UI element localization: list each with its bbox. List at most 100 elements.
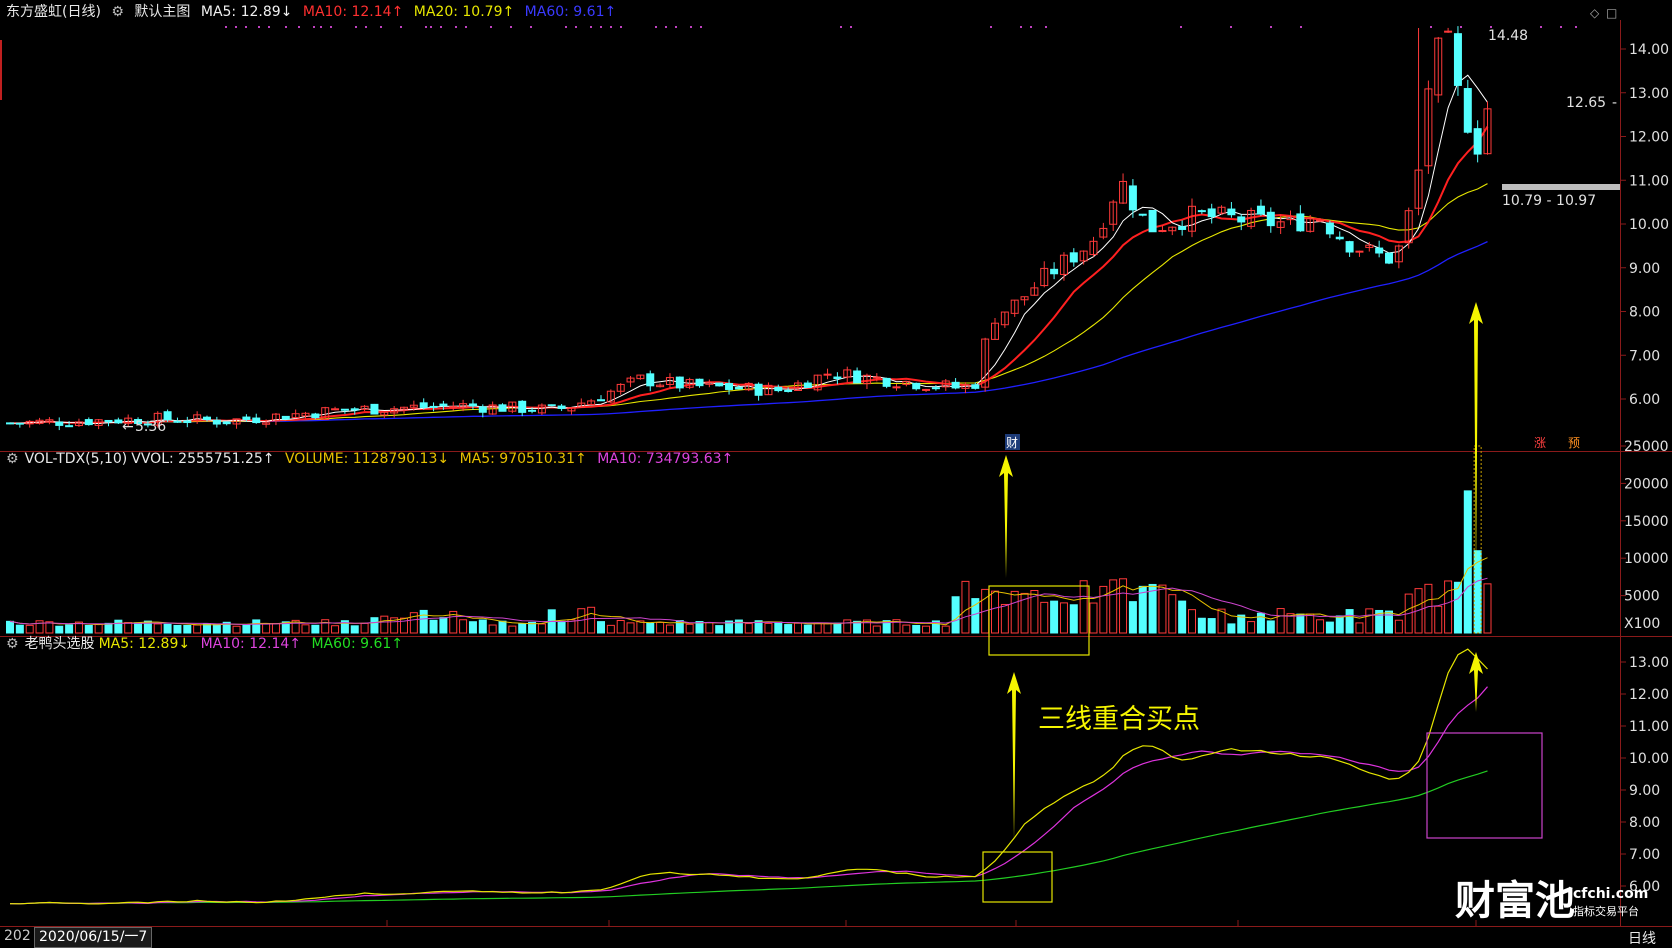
signal-dot (258, 26, 260, 28)
signal-dot (1540, 26, 1542, 28)
candle-body (695, 378, 704, 387)
window-icon[interactable]: □ (1606, 6, 1617, 20)
candle-body (725, 383, 734, 390)
candle-body (971, 384, 980, 389)
volume-bar (114, 619, 123, 634)
signal-dot (330, 26, 332, 28)
volume-bar (1178, 600, 1187, 634)
volume-tick-label: 20000 (1624, 476, 1669, 492)
volume-bar (173, 624, 182, 634)
period-label[interactable]: 日线 (1628, 928, 1656, 948)
signal-dot (425, 26, 427, 28)
volume-bar (429, 619, 438, 634)
candle-body (340, 408, 349, 411)
status-bar: 202 2020/06/15/一7 日线 (0, 927, 1672, 948)
candle-body (498, 404, 507, 412)
candle-body (331, 408, 340, 411)
diamond-icon[interactable]: ◇ (1590, 6, 1600, 20)
volume-bar (15, 624, 24, 634)
indicator-tick-label: 11.00 (1629, 719, 1669, 735)
signal-dot (690, 26, 692, 28)
signal-dot (1575, 26, 1577, 28)
last-price-dash: - (1612, 95, 1617, 111)
date-prefix: 202 (4, 928, 31, 944)
signal-dot (298, 26, 300, 28)
volume-tick-label: 25000 (1624, 439, 1669, 455)
candle-body (1207, 208, 1216, 218)
candle-body (784, 389, 793, 392)
signal-dot (465, 26, 467, 28)
indicator-tick-label: 9.00 (1629, 783, 1660, 799)
signal-dot (490, 26, 492, 28)
volume-gear-icon[interactable]: ⚙ (6, 451, 19, 467)
forecast-marker[interactable]: 预 (1568, 436, 1580, 450)
signal-dot (590, 26, 592, 28)
volume-bar (1325, 621, 1334, 634)
candle-body (1128, 185, 1137, 211)
volume-bar (1473, 550, 1482, 634)
volume-ma5-value: MA5: 970510.31↑ (459, 451, 587, 467)
settings-gear-icon[interactable]: ⚙ (111, 4, 124, 20)
volume-bar (597, 621, 605, 634)
main-chart-name[interactable]: 默认主图 (134, 4, 190, 20)
signal-dot (655, 26, 657, 28)
volume-bar (912, 624, 921, 634)
indicator-ma5-value: MA5: 12.89↓ (98, 636, 191, 652)
candle-body (281, 415, 290, 420)
signal-dot (1045, 26, 1047, 28)
signal-dot (355, 26, 357, 28)
candle-body (65, 425, 74, 428)
watermark-slogan: 指标交易平台 (1573, 904, 1639, 918)
candle-body (350, 408, 359, 411)
candle-body (173, 420, 182, 423)
signal-dot (1230, 26, 1232, 28)
volume-bar (1069, 604, 1078, 634)
volume-bar (1266, 620, 1275, 634)
candle-body (104, 419, 113, 423)
candle-body (439, 403, 448, 407)
volume-bar (803, 624, 812, 634)
cursor-date-label: 2020/06/15/一7 (34, 927, 153, 948)
candle-body (853, 370, 862, 384)
ma60-value: MA60: 9.61↑ (524, 4, 617, 20)
candle-body (1335, 236, 1344, 240)
candle-body (597, 399, 605, 402)
candle-body (931, 387, 940, 390)
limit-up-marker[interactable]: 涨 (1534, 435, 1546, 450)
signal-dot (268, 26, 270, 28)
volume-bar (468, 621, 477, 634)
volume-indicator-name[interactable]: VOL-TDX(5,10) (25, 451, 128, 467)
candle-body (1325, 222, 1334, 235)
price-tick-label: 11.00 (1629, 173, 1669, 189)
signal-dot (530, 26, 532, 28)
candle-body (675, 376, 684, 389)
candle-body (15, 422, 24, 425)
candle-body (478, 406, 487, 413)
indicator-name[interactable]: 老鸭头选股 (25, 636, 95, 652)
candle-body (1227, 208, 1236, 216)
candle-body (892, 386, 901, 389)
indicator-gear-icon[interactable]: ⚙ (6, 636, 19, 652)
volume-bar (478, 619, 487, 634)
signal-dot (440, 26, 442, 28)
price-tick-label: 12.00 (1629, 130, 1669, 146)
candle-body (803, 382, 812, 389)
candle-body (557, 405, 566, 409)
volume-bar (212, 623, 221, 634)
candle-body (468, 403, 477, 407)
candle-body (872, 376, 881, 379)
signal-dot (1180, 26, 1182, 28)
candle-body (1256, 205, 1265, 215)
candle-body (823, 373, 832, 376)
stock-chart[interactable]: 14.00 13.00 12.00 11.00 10.00 9.00 8.00 7.00 6.0… (0, 0, 1672, 947)
ma10-value: MA10: 12.14↑ (302, 4, 404, 20)
signal-dot (620, 26, 622, 28)
stock-name[interactable]: 东方盛虹(日线) (6, 4, 101, 20)
candle-body (1158, 230, 1167, 233)
candle-body (1266, 211, 1275, 227)
low-price-arrow: ← (122, 419, 134, 435)
volume-bar (1345, 609, 1354, 634)
volume-tick-label: 10000 (1624, 551, 1669, 567)
candle-body (55, 421, 64, 426)
candle-body (951, 381, 960, 389)
